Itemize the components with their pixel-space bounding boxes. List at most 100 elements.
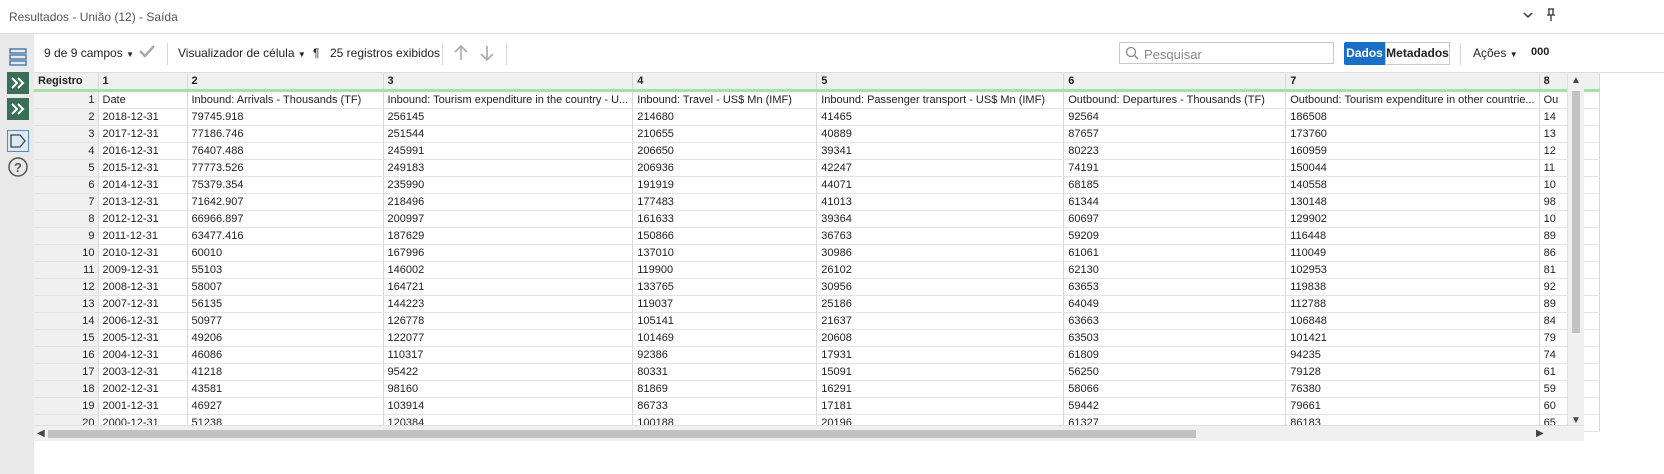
table-cell[interactable]: 2011-12-31 (98, 227, 188, 245)
table-row[interactable]: 13 2007-12-31 56135 144223 119037 25186 64049 1… (34, 295, 1600, 313)
list-icon[interactable] (7, 46, 29, 68)
table-cell[interactable]: 144223 (383, 295, 634, 313)
table-cell[interactable]: 46086 (187, 346, 384, 364)
table-cell[interactable]: 59209 (1063, 227, 1287, 245)
table-cell[interactable]: 68185 (1063, 176, 1287, 194)
table-cell[interactable]: 251544 (383, 125, 634, 143)
table-cell[interactable]: 41013 (816, 193, 1065, 211)
table-row[interactable]: 10 2010-12-31 60010 167996 137010 30986 61061 1… (34, 244, 1600, 262)
table-row[interactable]: 6 2014-12-31 75379.354 235990 191919 44071 681… (34, 176, 1600, 194)
table-cell[interactable]: 2004-12-31 (98, 346, 188, 364)
table-cell[interactable]: 43581 (187, 380, 384, 398)
table-cell[interactable]: 200997 (383, 210, 634, 228)
table-cell[interactable]: 112788 (1285, 295, 1540, 313)
chevron-down-icon[interactable] (1519, 8, 1537, 26)
table-cell[interactable]: 116448 (1285, 227, 1540, 245)
table-cell[interactable]: Inbound: Travel - US$ Mn (IMF) (632, 90, 818, 109)
table-cell[interactable]: 41218 (187, 363, 384, 381)
table-cell[interactable]: 177483 (632, 193, 818, 211)
table-cell[interactable]: 20608 (816, 329, 1065, 347)
table-cell[interactable]: 150044 (1285, 159, 1540, 177)
horizontal-scroll-thumb[interactable] (48, 430, 1196, 438)
table-cell[interactable]: 206936 (632, 159, 818, 177)
table-cell[interactable]: 106848 (1285, 312, 1540, 330)
table-cell[interactable]: 30986 (816, 244, 1065, 262)
row-number[interactable]: 12 (34, 278, 99, 296)
table-row[interactable]: 3 2017-12-31 77186.746 251544 210655 40889 876… (34, 125, 1600, 143)
column-header[interactable]: 1 (98, 73, 188, 92)
row-number[interactable]: 14 (34, 312, 99, 330)
data-tab-button[interactable]: Dados (1344, 42, 1385, 65)
table-cell[interactable]: 63653 (1063, 278, 1287, 296)
column-header[interactable]: 5 (816, 73, 1065, 92)
row-number[interactable]: 17 (34, 363, 99, 381)
table-cell[interactable]: Outbound: Departures - Thousands (TF) (1063, 90, 1287, 109)
table-cell[interactable]: 2005-12-31 (98, 329, 188, 347)
table-row[interactable]: 14 2006-12-31 50977 126778 105141 21637 63663 1… (34, 312, 1600, 330)
row-number[interactable]: 15 (34, 329, 99, 347)
table-cell[interactable]: 98160 (383, 380, 634, 398)
table-cell[interactable]: 62130 (1063, 261, 1287, 279)
table-cell[interactable]: 2015-12-31 (98, 159, 188, 177)
paragraph-icon[interactable]: ¶ (313, 46, 319, 60)
table-cell[interactable]: 30956 (816, 278, 1065, 296)
table-cell[interactable]: 76407.488 (187, 142, 384, 160)
table-cell[interactable]: 41465 (816, 108, 1065, 126)
row-number[interactable]: 3 (34, 125, 99, 143)
table-cell[interactable]: 119037 (632, 295, 818, 313)
table-cell[interactable]: Inbound: Passenger transport - US$ Mn (I… (816, 90, 1065, 109)
table-cell[interactable]: 122077 (383, 329, 634, 347)
table-cell[interactable]: 206650 (632, 142, 818, 160)
table-cell[interactable]: 2013-12-31 (98, 193, 188, 211)
table-cell[interactable]: 80223 (1063, 142, 1287, 160)
table-cell[interactable]: 103914 (383, 397, 634, 415)
search-input[interactable] (1142, 45, 1331, 63)
table-row[interactable]: 11 2009-12-31 55103 146002 119900 26102 62130 1… (34, 261, 1600, 279)
table-cell[interactable]: 150866 (632, 227, 818, 245)
table-row[interactable]: 4 2016-12-31 76407.488 245991 206650 39341 802… (34, 142, 1600, 160)
table-cell[interactable]: 46927 (187, 397, 384, 415)
row-number[interactable]: 19 (34, 397, 99, 415)
table-cell[interactable]: 110049 (1285, 244, 1540, 262)
row-number[interactable]: 8 (34, 210, 99, 228)
column-header[interactable]: 7 (1285, 73, 1540, 92)
table-cell[interactable]: 56250 (1063, 363, 1287, 381)
table-cell[interactable]: 79128 (1285, 363, 1540, 381)
table-row[interactable]: 1 Date Inbound: Arrivals - Thousands (TF) I… (34, 90, 1600, 109)
table-cell[interactable]: Date (98, 90, 188, 109)
table-cell[interactable]: 167996 (383, 244, 634, 262)
table-cell[interactable]: 50977 (187, 312, 384, 330)
table-cell[interactable]: 129902 (1285, 210, 1540, 228)
table-cell[interactable]: 36763 (816, 227, 1065, 245)
table-cell[interactable]: 59442 (1063, 397, 1287, 415)
table-cell[interactable]: 55103 (187, 261, 384, 279)
table-cell[interactable]: 61061 (1063, 244, 1287, 262)
table-cell[interactable]: 2014-12-31 (98, 176, 188, 194)
table-cell[interactable]: 71642.907 (187, 193, 384, 211)
row-number[interactable]: 13 (34, 295, 99, 313)
horizontal-scrollbar[interactable]: ◀ ▶ (34, 425, 1584, 441)
double-chevron-icon[interactable] (7, 72, 29, 94)
table-cell[interactable]: 75379.354 (187, 176, 384, 194)
row-number[interactable]: 7 (34, 193, 99, 211)
table-cell[interactable]: 2010-12-31 (98, 244, 188, 262)
table-cell[interactable]: 64049 (1063, 295, 1287, 313)
cell-viewer-dropdown[interactable]: Visualizador de célula ▼ (178, 46, 306, 60)
double-chevron-icon[interactable] (7, 98, 29, 120)
table-cell[interactable]: 79661 (1285, 397, 1540, 415)
table-cell[interactable]: 49206 (187, 329, 384, 347)
table-cell[interactable]: 92386 (632, 346, 818, 364)
table-cell[interactable]: 58066 (1063, 380, 1287, 398)
row-number[interactable]: 2 (34, 108, 99, 126)
row-number[interactable]: 1 (34, 90, 99, 109)
table-row[interactable]: 12 2008-12-31 58007 164721 133765 30956 63653 1… (34, 278, 1600, 296)
table-cell[interactable]: 15091 (816, 363, 1065, 381)
table-cell[interactable]: 130148 (1285, 193, 1540, 211)
arrow-up-icon[interactable] (453, 44, 469, 65)
table-cell[interactable]: 21637 (816, 312, 1065, 330)
table-cell[interactable]: 110317 (383, 346, 634, 364)
table-row[interactable]: 5 2015-12-31 77773.526 249183 206936 42247 741… (34, 159, 1600, 177)
table-cell[interactable]: 63477.416 (187, 227, 384, 245)
column-header[interactable]: 6 (1063, 73, 1287, 92)
table-cell[interactable]: 2001-12-31 (98, 397, 188, 415)
